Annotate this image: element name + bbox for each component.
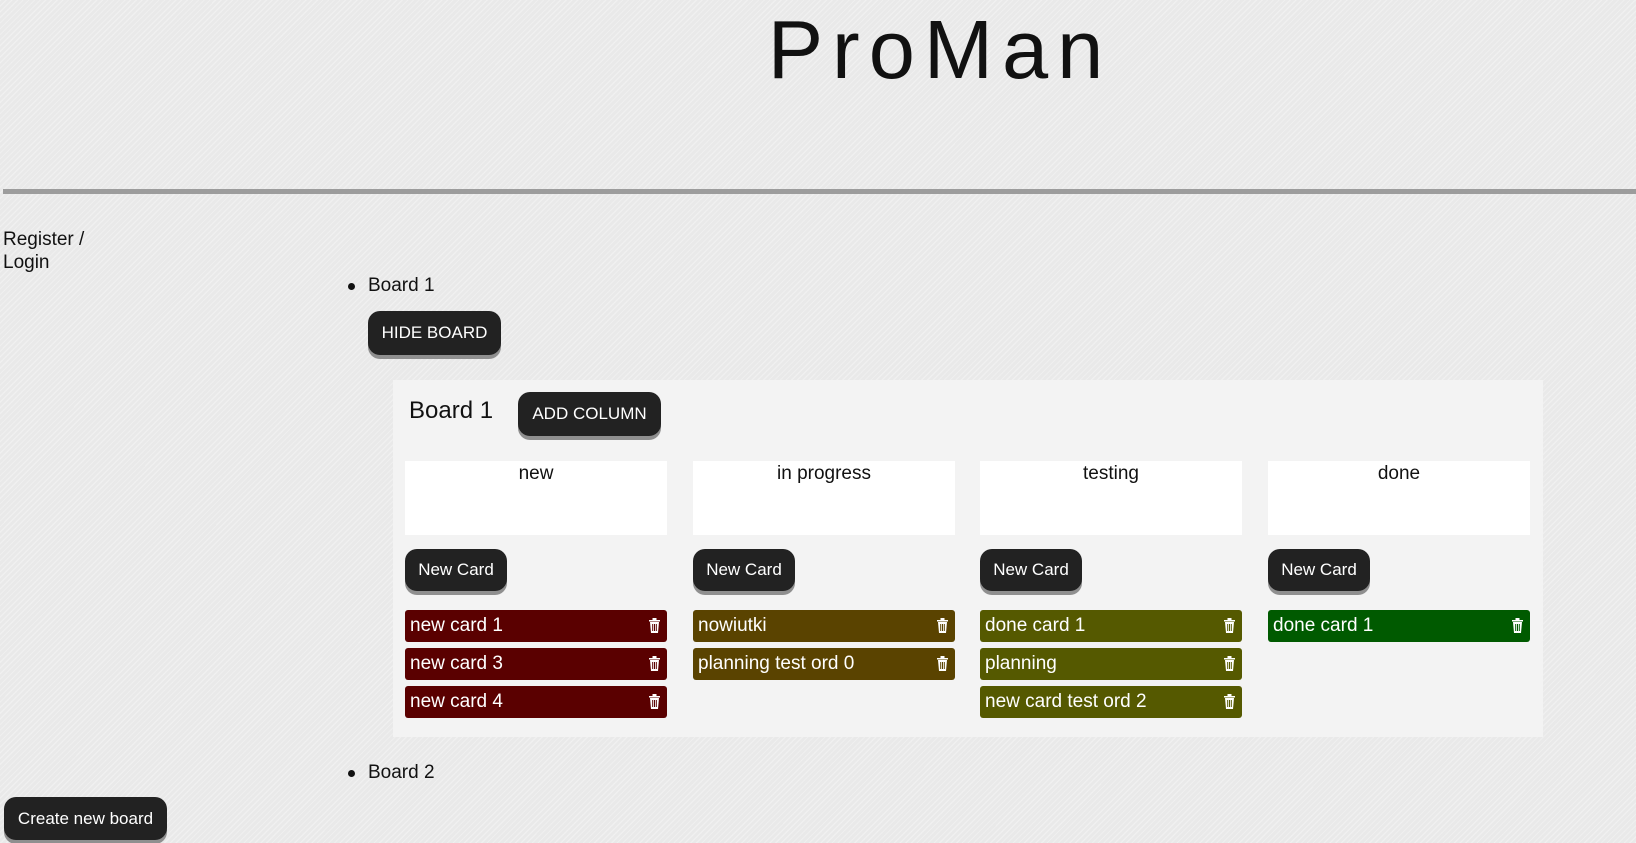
- bullet-icon: [348, 283, 355, 290]
- column-header-new: new: [405, 461, 667, 535]
- trash-icon[interactable]: [1223, 617, 1236, 634]
- trash-icon[interactable]: [648, 693, 661, 710]
- column-header-testing: testing: [980, 461, 1242, 535]
- trash-icon[interactable]: [1223, 693, 1236, 710]
- new-card-button-done[interactable]: New Card: [1268, 549, 1370, 591]
- trash-icon[interactable]: [1223, 655, 1236, 672]
- card[interactable]: new card 1: [405, 610, 667, 642]
- card[interactable]: new card 4: [405, 686, 667, 718]
- card-label: new card 4: [410, 691, 503, 712]
- card-label: planning: [985, 653, 1057, 674]
- card[interactable]: done card 1: [980, 610, 1242, 642]
- new-card-button-testing[interactable]: New Card: [980, 549, 1082, 591]
- trash-icon[interactable]: [1511, 617, 1524, 634]
- new-card-button-new[interactable]: New Card: [405, 549, 507, 591]
- card[interactable]: new card test ord 2: [980, 686, 1242, 718]
- card-label: planning test ord 0: [698, 653, 855, 674]
- board-list-item-label: Board 2: [368, 762, 435, 783]
- column-header-done: done: [1268, 461, 1530, 535]
- card[interactable]: new card 3: [405, 648, 667, 680]
- column-header-in-progress: in progress: [693, 461, 955, 535]
- board-title: Board 1: [409, 397, 494, 424]
- card[interactable]: nowiutki: [693, 610, 955, 642]
- card-label: done card 1: [985, 615, 1086, 636]
- card-label: new card 1: [410, 615, 503, 636]
- new-card-button-in-progress[interactable]: New Card: [693, 549, 795, 591]
- bullet-icon: [348, 770, 355, 777]
- card-label: done card 1: [1273, 615, 1374, 636]
- trash-icon[interactable]: [648, 655, 661, 672]
- create-new-board-button[interactable]: Create new board: [4, 797, 167, 840]
- board-list-item-1[interactable]: Board 1: [348, 275, 435, 297]
- header-divider: [3, 189, 1636, 194]
- hide-board-button[interactable]: HIDE BOARD: [368, 311, 501, 355]
- register-login-link[interactable]: Register / Login: [3, 228, 103, 274]
- card[interactable]: planning test ord 0: [693, 648, 955, 680]
- trash-icon[interactable]: [648, 617, 661, 634]
- app-title: ProMan: [767, 3, 1113, 96]
- card-label: new card 3: [410, 653, 503, 674]
- trash-icon[interactable]: [936, 617, 949, 634]
- board-list-item-2[interactable]: Board 2: [348, 762, 435, 784]
- card-label: new card test ord 2: [985, 691, 1147, 712]
- board-list-item-label: Board 1: [368, 275, 435, 296]
- card[interactable]: planning: [980, 648, 1242, 680]
- card[interactable]: done card 1: [1268, 610, 1530, 642]
- card-label: nowiutki: [698, 615, 767, 636]
- trash-icon[interactable]: [936, 655, 949, 672]
- add-column-button[interactable]: ADD COLUMN: [518, 392, 661, 436]
